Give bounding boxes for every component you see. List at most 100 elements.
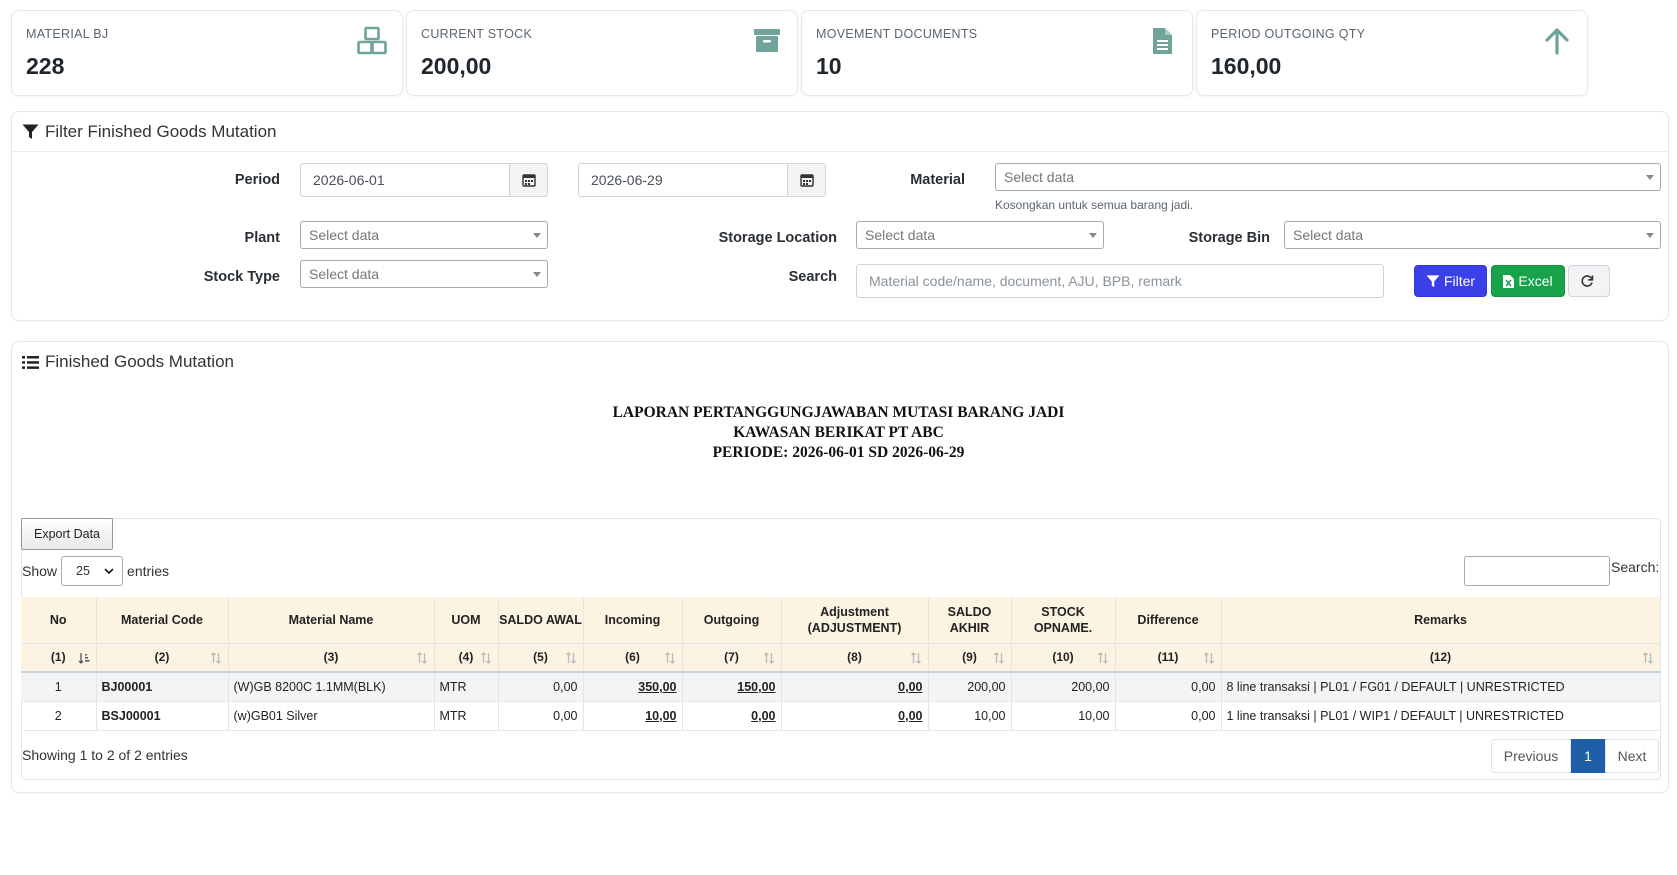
date-to-group <box>578 163 826 197</box>
sort-icon <box>1097 651 1108 664</box>
table-search-label: Search: <box>1611 559 1660 575</box>
date-to-input[interactable] <box>578 163 787 197</box>
chevron-down-icon <box>104 568 114 575</box>
chevron-down-icon <box>1089 233 1097 238</box>
stat-label: MATERIAL BJ <box>26 27 109 41</box>
filter-icon <box>22 124 39 139</box>
sort-col-1[interactable]: (1) <box>21 642 97 673</box>
col-header-saldo-awal: SALDO AWAL <box>498 597 584 643</box>
date-from-input[interactable] <box>300 163 509 197</box>
cell-no: 1 <box>21 672 97 702</box>
stat-value: 160,00 <box>1211 53 1282 79</box>
period-label: Period <box>234 172 280 188</box>
sort-col-2[interactable]: (2) <box>96 642 229 673</box>
sort-col-10[interactable]: (10) <box>1011 642 1116 673</box>
material-select-value: Select data <box>1004 169 1075 185</box>
material-label: Material <box>910 172 965 188</box>
sort-icon <box>993 651 1004 664</box>
sort-icon <box>565 651 576 664</box>
date-from-picker[interactable] <box>509 163 548 197</box>
incoming-link[interactable]: 10,00 <box>583 701 683 731</box>
stat-label: CURRENT STOCK <box>421 27 533 41</box>
stat-value: 228 <box>26 53 65 79</box>
stat-card-material-bj: MATERIAL BJ 228 <box>11 10 403 96</box>
stat-card-period-outgoing-qty: PERIOD OUTGOING QTY 160,00 <box>1196 10 1588 96</box>
adjustment-link[interactable]: 0,00 <box>781 701 929 731</box>
chevron-down-icon <box>533 233 541 238</box>
archive-icon <box>754 29 780 52</box>
outgoing-link[interactable]: 0,00 <box>682 701 782 731</box>
sort-icon <box>1642 651 1653 664</box>
storage-bin-select-value: Select data <box>1293 227 1364 243</box>
col-index: (4) <box>458 650 474 665</box>
material-select[interactable]: Select data <box>995 163 1661 191</box>
sort-col-3[interactable]: (3) <box>228 642 435 673</box>
arrow-up-icon <box>1545 28 1569 55</box>
search-input[interactable] <box>856 264 1384 298</box>
cell-material-name: (W)GB 8200C 1.1MM(BLK) <box>228 672 435 702</box>
entries-select[interactable]: 25 <box>61 556 124 586</box>
stock-type-select[interactable]: Select data <box>300 260 548 288</box>
sort-icon <box>210 651 221 664</box>
incoming-link[interactable]: 350,00 <box>583 672 683 702</box>
cell-difference: 0,00 <box>1115 701 1222 731</box>
filter-panel-header: Filter Finished Goods Mutation <box>12 112 1668 152</box>
col-header-outgoing: Outgoing <box>682 597 782 643</box>
cell-stock-opname: 200,00 <box>1011 672 1116 702</box>
col-index: (10) <box>1052 650 1074 665</box>
sort-icon <box>763 651 774 664</box>
excel-button[interactable]: Excel <box>1491 265 1565 297</box>
table-search-input[interactable] <box>1464 556 1610 586</box>
stock-type-select-value: Select data <box>309 266 380 282</box>
page-1-button[interactable]: 1 <box>1571 739 1605 773</box>
report-title-line1: LAPORAN PERTANGGUNGJAWABAN MUTASI BARANG… <box>612 404 1065 421</box>
sort-icon <box>664 651 675 664</box>
outgoing-link[interactable]: 150,00 <box>682 672 782 702</box>
stat-card-movement-documents: MOVEMENT DOCUMENTS 10 <box>801 10 1193 96</box>
chevron-down-icon <box>1646 175 1654 180</box>
show-label: Show <box>22 563 58 579</box>
sort-icon <box>416 651 427 664</box>
chevron-down-icon <box>533 272 541 277</box>
storage-bin-select[interactable]: Select data <box>1284 221 1661 249</box>
storage-location-select[interactable]: Select data <box>856 221 1104 249</box>
cell-stock-opname: 10,00 <box>1011 701 1116 731</box>
cell-difference: 0,00 <box>1115 672 1222 702</box>
filter-button[interactable]: Filter <box>1414 265 1487 297</box>
calendar-icon <box>799 174 814 187</box>
export-data-button[interactable]: Export Data <box>21 518 113 550</box>
reset-button[interactable] <box>1568 265 1610 297</box>
date-to-picker[interactable] <box>787 163 826 197</box>
col-header-material-name: Material Name <box>228 597 435 643</box>
plant-select[interactable]: Select data <box>300 221 548 249</box>
col-header-adjustment: Adjustment (ADJUSTMENT) <box>781 597 929 643</box>
cell-saldo-awal: 0,00 <box>498 672 584 702</box>
sort-col-12[interactable]: (12) <box>1221 642 1661 673</box>
storage-bin-label: Storage Bin <box>1188 230 1270 246</box>
sort-col-7[interactable]: (7) <box>682 642 782 673</box>
sort-col-9[interactable]: (9) <box>928 642 1012 673</box>
sort-col-5[interactable]: (5) <box>498 642 584 673</box>
col-header-difference: Difference <box>1115 597 1222 643</box>
adjustment-link[interactable]: 0,00 <box>781 672 929 702</box>
col-header-saldo-akhir: SALDO AKHIR <box>928 597 1012 643</box>
sort-col-11[interactable]: (11) <box>1115 642 1222 673</box>
storage-location-select-value: Select data <box>865 227 936 243</box>
sort-col-6[interactable]: (6) <box>583 642 683 673</box>
col-index: (7) <box>724 650 739 665</box>
cell-no: 2 <box>21 701 97 731</box>
previous-page-button[interactable]: Previous <box>1491 739 1571 773</box>
cell-saldo-akhir: 10,00 <box>928 701 1012 731</box>
stat-label: PERIOD OUTGOING QTY <box>1211 27 1366 41</box>
sort-col-4[interactable]: (4) <box>434 642 499 673</box>
filter-panel: Filter Finished Goods Mutation Period Ma… <box>11 111 1669 321</box>
storage-location-label: Storage Location <box>718 230 837 246</box>
col-header-no: No <box>21 597 97 643</box>
sort-asc-icon <box>78 652 89 664</box>
next-page-button[interactable]: Next <box>1605 739 1659 773</box>
plant-select-value: Select data <box>309 227 380 243</box>
calendar-icon <box>521 174 536 187</box>
sort-col-8[interactable]: (8) <box>781 642 929 673</box>
date-from-group <box>300 163 548 197</box>
col-index: (12) <box>1429 650 1452 665</box>
